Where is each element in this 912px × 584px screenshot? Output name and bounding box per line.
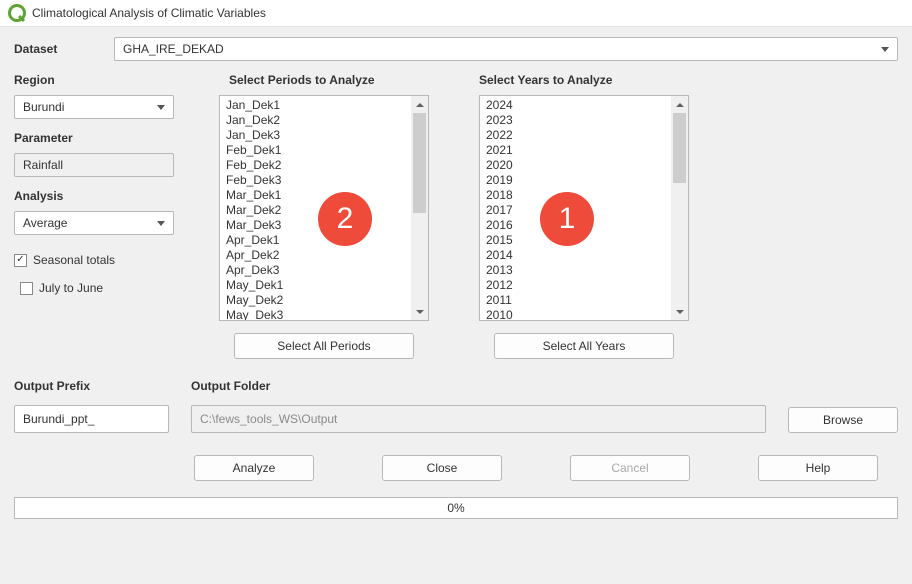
progress-text: 0% [447,501,464,515]
parameter-field: Rainfall [14,153,174,177]
list-item[interactable]: May_Dek1 [224,278,407,293]
help-button[interactable]: Help [758,455,878,481]
list-item[interactable]: Apr_Dek1 [224,233,407,248]
scroll-down-button[interactable] [671,303,688,320]
scroll-track[interactable] [411,113,428,303]
qgis-logo-icon [8,4,26,22]
region-select[interactable]: Burundi [14,95,174,119]
triangle-down-icon [416,310,424,314]
region-label: Region [14,73,199,87]
list-item[interactable]: 2024 [484,98,667,113]
analysis-label: Analysis [14,189,199,203]
chevron-down-icon [881,47,889,52]
chevron-down-icon [157,105,165,110]
analysis-select[interactable]: Average [14,211,174,235]
analysis-value: Average [23,216,67,230]
output-folder-label: Output Folder [191,379,766,393]
list-item[interactable]: May_Dek2 [224,293,407,308]
list-item[interactable]: Feb_Dek3 [224,173,407,188]
seasonal-totals-checkbox[interactable] [14,254,27,267]
july-to-june-label: July to June [39,281,103,295]
periods-items[interactable]: Jan_Dek1Jan_Dek2Jan_Dek3Feb_Dek1Feb_Dek2… [220,96,411,320]
list-item[interactable]: Mar_Dek2 [224,203,407,218]
list-item[interactable]: 2020 [484,158,667,173]
window-title: Climatological Analysis of Climatic Vari… [32,6,266,20]
annotation-badge-2: 2 [318,192,372,246]
dataset-select[interactable]: GHA_IRE_DEKAD [114,37,898,61]
output-prefix-label: Output Prefix [14,379,169,393]
list-item[interactable]: Mar_Dek3 [224,218,407,233]
dataset-value: GHA_IRE_DEKAD [123,42,224,56]
scroll-thumb[interactable] [413,113,426,213]
periods-scrollbar[interactable] [411,96,428,320]
progress-bar: 0% [14,497,898,519]
list-item[interactable]: Mar_Dek1 [224,188,407,203]
july-to-june-checkbox[interactable] [20,282,33,295]
scroll-up-button[interactable] [671,96,688,113]
browse-button[interactable]: Browse [788,407,898,433]
scroll-track[interactable] [671,113,688,303]
list-item[interactable]: Jan_Dek2 [224,113,407,128]
list-item[interactable]: 2013 [484,263,667,278]
chevron-down-icon [157,221,165,226]
cancel-button: Cancel [570,455,690,481]
list-item[interactable]: Feb_Dek2 [224,158,407,173]
list-item[interactable]: Feb_Dek1 [224,143,407,158]
periods-label: Select Periods to Analyze [219,73,429,87]
years-scrollbar[interactable] [671,96,688,320]
list-item[interactable]: 2023 [484,113,667,128]
list-item[interactable]: Apr_Dek3 [224,263,407,278]
list-item[interactable]: 2021 [484,143,667,158]
triangle-up-icon [676,103,684,107]
output-folder-input [191,405,766,433]
list-item[interactable]: 2012 [484,278,667,293]
scroll-up-button[interactable] [411,96,428,113]
years-label: Select Years to Analyze [479,73,689,87]
select-all-years-button[interactable]: Select All Years [494,333,674,359]
list-item[interactable]: 2011 [484,293,667,308]
select-all-periods-button[interactable]: Select All Periods [234,333,414,359]
parameter-label: Parameter [14,131,199,145]
annotation-badge-1: 1 [540,192,594,246]
list-item[interactable]: May_Dek3 [224,308,407,320]
list-item[interactable]: Jan_Dek3 [224,128,407,143]
list-item[interactable]: Jan_Dek1 [224,98,407,113]
list-item[interactable]: 2014 [484,248,667,263]
triangle-down-icon [676,310,684,314]
close-button[interactable]: Close [382,455,502,481]
scroll-down-button[interactable] [411,303,428,320]
list-item[interactable]: Apr_Dek2 [224,248,407,263]
region-value: Burundi [23,100,64,114]
list-item[interactable]: 2010 [484,308,667,320]
analyze-button[interactable]: Analyze [194,455,314,481]
scroll-thumb[interactable] [673,113,686,183]
dataset-label: Dataset [14,42,74,56]
title-bar: Climatological Analysis of Climatic Vari… [0,0,912,27]
list-item[interactable]: 2019 [484,173,667,188]
list-item[interactable]: 2022 [484,128,667,143]
parameter-value: Rainfall [23,158,63,172]
seasonal-totals-label: Seasonal totals [33,253,115,267]
output-prefix-input[interactable] [14,405,169,433]
triangle-up-icon [416,103,424,107]
